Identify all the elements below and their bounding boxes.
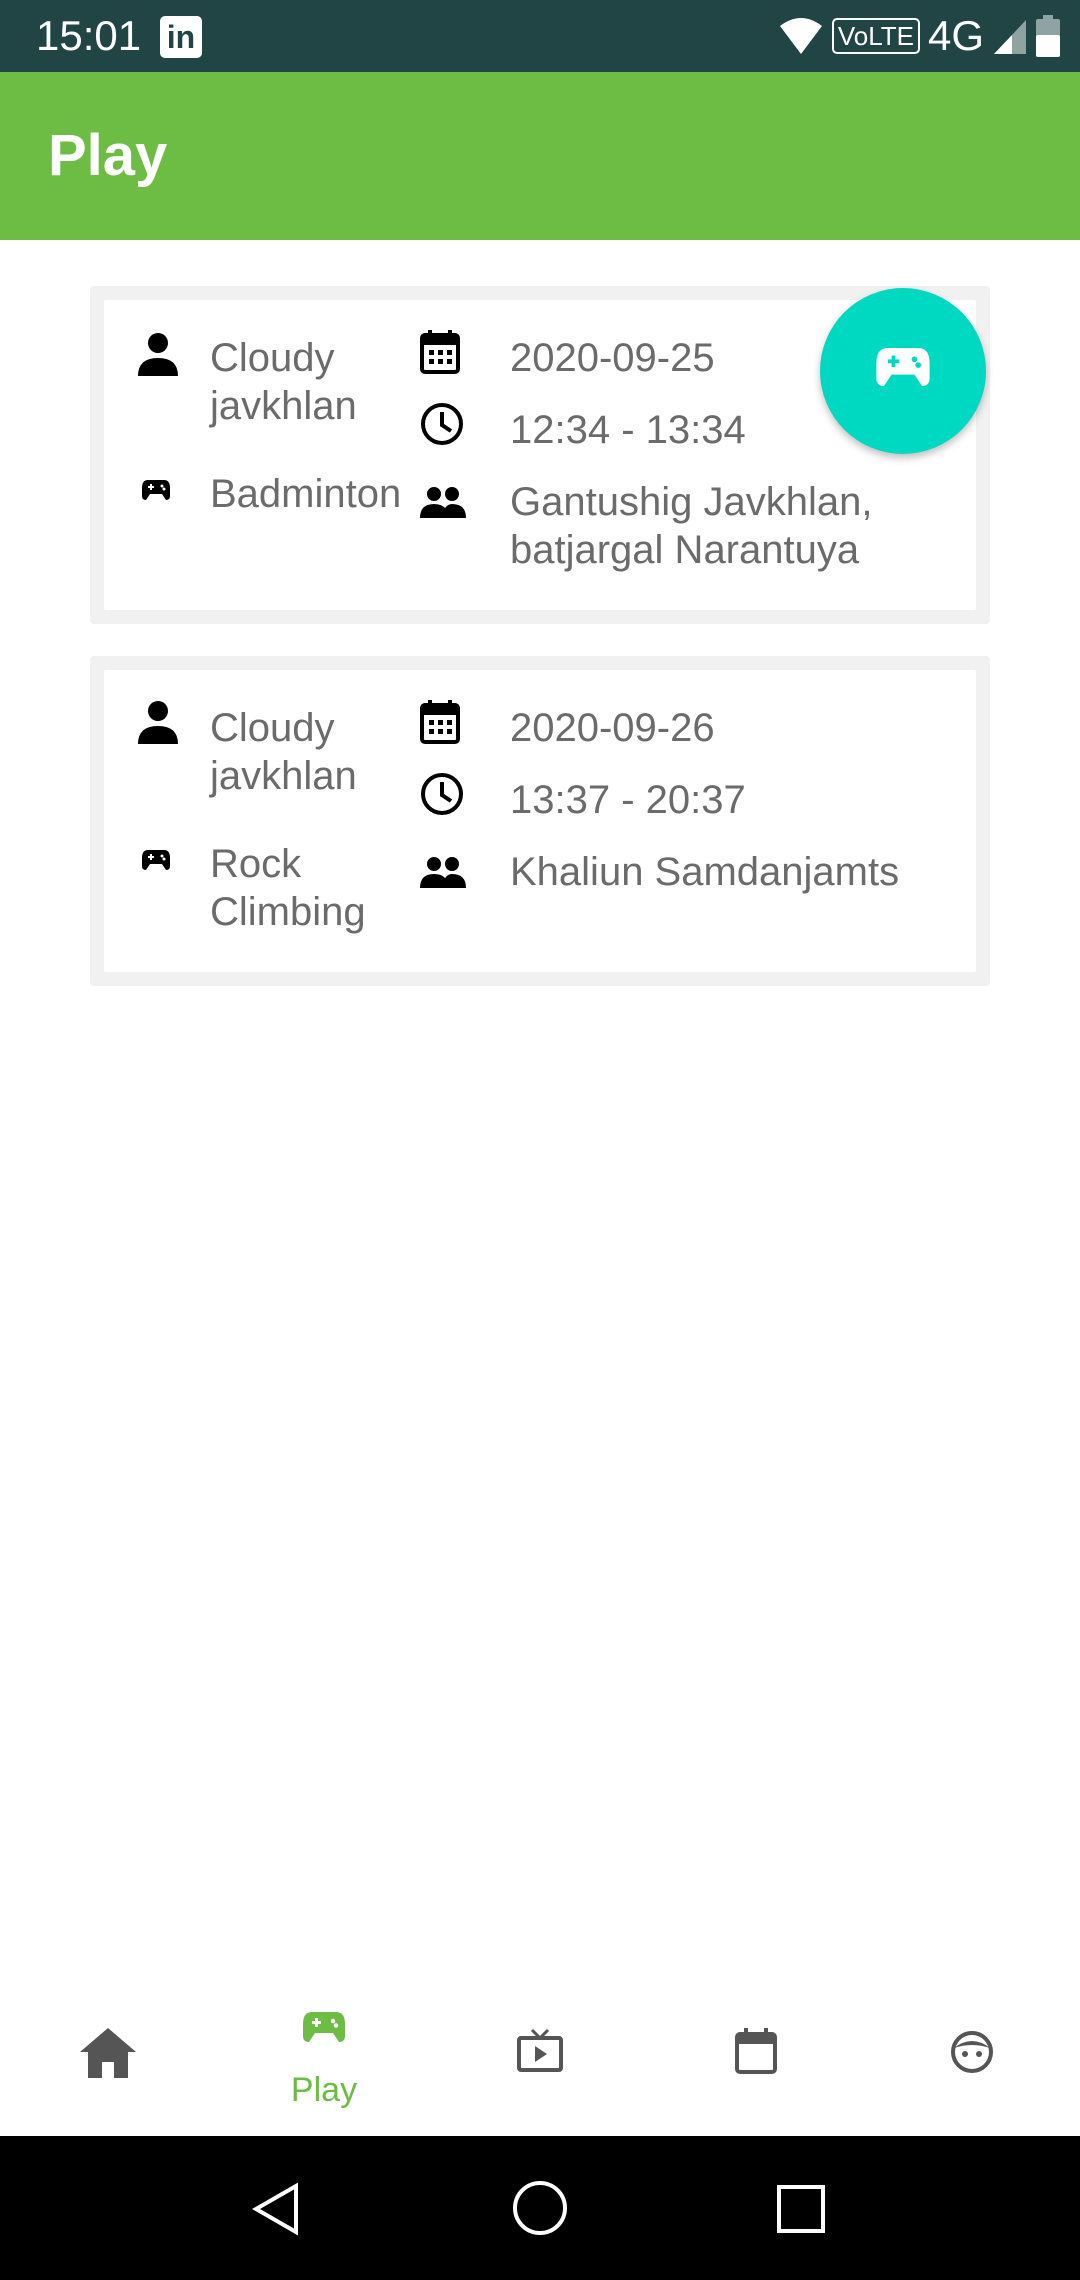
gamepad-icon bbox=[876, 348, 930, 386]
nav-home[interactable] bbox=[0, 1978, 216, 2136]
clock-icon bbox=[421, 773, 463, 815]
organizer-line2: javkhlan bbox=[210, 754, 357, 798]
nav-play-label: Play bbox=[290, 2071, 358, 2109]
game-card[interactable]: Cloudy javkhlan Rock Climbing 2020-09-26… bbox=[90, 656, 990, 986]
network-type: 4G bbox=[927, 12, 984, 59]
game-time: 13:37 - 20:37 bbox=[510, 778, 746, 822]
game-date: 2020-09-25 bbox=[510, 336, 715, 380]
nav-play[interactable]: Play bbox=[216, 1978, 432, 2136]
person-icon bbox=[138, 701, 178, 744]
sport-name-line1: Rock bbox=[210, 842, 302, 886]
app-bar: Play bbox=[0, 72, 1080, 240]
game-time: 12:34 - 13:34 bbox=[510, 408, 746, 452]
gamepad-icon bbox=[303, 2012, 345, 2042]
organizer-line1: Cloudy bbox=[210, 336, 335, 380]
nav-profile[interactable] bbox=[864, 1978, 1080, 2136]
sport-name: Badminton bbox=[210, 472, 402, 516]
nav-tv[interactable] bbox=[432, 1978, 648, 2136]
nav-calendar[interactable] bbox=[648, 1978, 864, 2136]
participants-line2: batjargal Narantuya bbox=[510, 528, 860, 572]
battery-icon bbox=[1036, 15, 1060, 57]
bottom-navigation: Play bbox=[0, 1978, 1080, 2136]
game-date: 2020-09-26 bbox=[510, 706, 715, 750]
home-button-icon[interactable] bbox=[512, 2180, 568, 2236]
status-time: 15:01 bbox=[36, 12, 142, 59]
signal-icon bbox=[994, 20, 1026, 54]
sport-name-line2: Climbing bbox=[210, 890, 366, 934]
participants-line1: Khaliun Samdanjamts bbox=[510, 850, 900, 894]
back-icon[interactable] bbox=[252, 2182, 300, 2236]
status-bar: 15:01 in VoLTE 4G bbox=[0, 0, 1080, 72]
system-navigation-bar bbox=[0, 2136, 1080, 2280]
gamepad-icon bbox=[142, 480, 170, 500]
status-icons: VoLTE 4G bbox=[778, 10, 1060, 62]
tv-icon bbox=[517, 2028, 563, 2072]
people-icon bbox=[420, 487, 466, 518]
face-icon bbox=[951, 2031, 993, 2073]
people-icon bbox=[420, 857, 466, 888]
participants-line1: Gantushig Javkhlan, bbox=[510, 480, 873, 524]
wifi-icon bbox=[779, 18, 822, 54]
page-title: Play bbox=[48, 123, 168, 188]
volte-badge: VoLTE bbox=[831, 18, 920, 54]
organizer-line1: Cloudy bbox=[210, 706, 335, 750]
game-card-body: Cloudy javkhlan Rock Climbing 2020-09-26… bbox=[104, 670, 976, 972]
gamepad-icon bbox=[142, 850, 170, 870]
linkedin-icon: in bbox=[160, 16, 202, 58]
create-game-fab[interactable] bbox=[820, 288, 986, 454]
recents-icon[interactable] bbox=[776, 2184, 826, 2234]
organizer-line2: javkhlan bbox=[210, 384, 357, 428]
calendar-icon bbox=[735, 2028, 777, 2074]
calendar-icon bbox=[420, 330, 460, 374]
calendar-icon bbox=[420, 700, 460, 744]
person-icon bbox=[138, 333, 178, 376]
home-icon bbox=[80, 2028, 136, 2078]
clock-icon bbox=[421, 403, 463, 445]
